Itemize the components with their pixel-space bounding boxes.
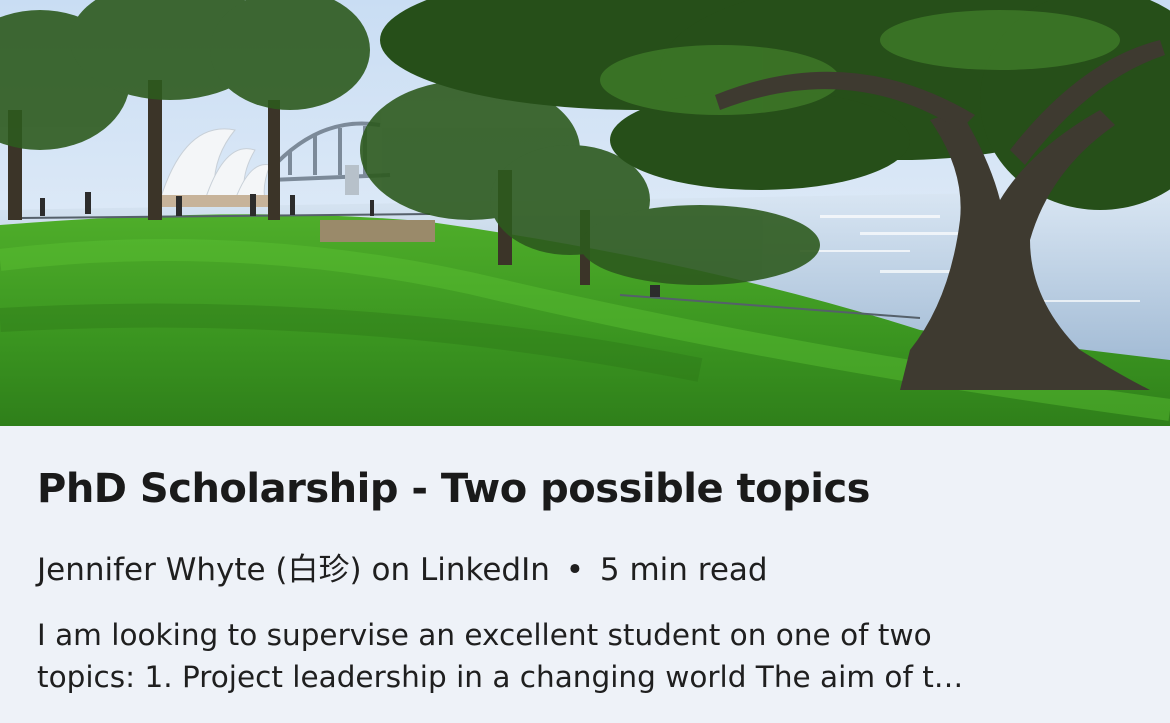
link-preview-card[interactable]: PhD Scholarship - Two possible topics Je… [0, 0, 1170, 723]
article-title[interactable]: PhD Scholarship - Two possible topics [37, 466, 870, 512]
read-time: 5 min read [599, 552, 768, 588]
author-name: Jennifer Whyte (白珍) [37, 552, 362, 588]
article-cover-image[interactable] [0, 0, 1170, 426]
source-label: on LinkedIn [371, 552, 550, 588]
meta-separator: • [565, 552, 585, 588]
excerpt-line-1: I am looking to supervise an excellent s… [37, 618, 932, 652]
article-excerpt: I am looking to supervise an excellent s… [37, 614, 1127, 698]
harbour-park-scene [0, 0, 1170, 426]
article-meta: Jennifer Whyte (白珍) on LinkedIn • 5 min … [37, 544, 768, 589]
excerpt-line-2: topics: 1. Project leadership in a chang… [37, 660, 964, 694]
article-preview-body: PhD Scholarship - Two possible topics Je… [0, 426, 1170, 723]
